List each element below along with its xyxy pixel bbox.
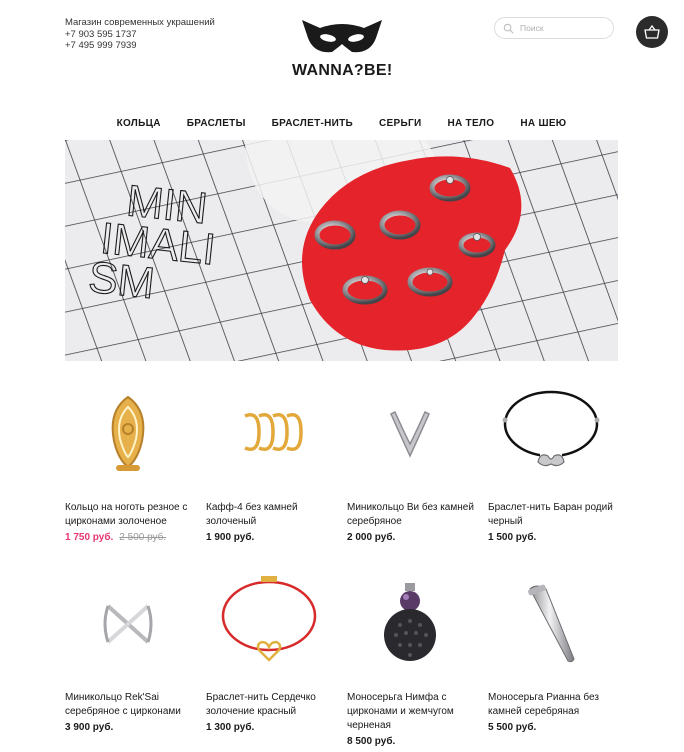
- product-card[interactable]: Браслет-нить Баран родий черный 1 500 ру…: [488, 381, 629, 551]
- product-grid: Кольцо на ноготь резное с цирконами золо…: [65, 381, 625, 747]
- product-name[interactable]: Миникольцо Rek'Sai серебряное с цирконам…: [65, 691, 203, 735]
- basket-icon: [644, 25, 660, 39]
- product-name[interactable]: Моносерьга Нимфа с цирконами и жемчугом …: [347, 691, 485, 749]
- product-card[interactable]: Моносерьга Рианна без камней серебряная …: [488, 571, 629, 741]
- product-card[interactable]: Браслет-нить Сердечко золочение красный …: [206, 571, 347, 741]
- banner-image: MIN IMALI SM: [65, 140, 618, 361]
- nav-item-rings[interactable]: КОЛЬЦА: [117, 118, 161, 129]
- product-image[interactable]: [65, 571, 190, 676]
- product-name[interactable]: Браслет-нить Сердечко золочение красный …: [206, 691, 344, 735]
- product-price: 1 750 руб. 2 500 руб.: [65, 531, 203, 545]
- product-price: 1 900 руб.: [206, 532, 255, 543]
- product-card[interactable]: Кольцо на ноготь резное с цирконами золо…: [65, 381, 206, 551]
- nav-item-body[interactable]: НА ТЕЛО: [447, 118, 494, 129]
- product-price: 1 500 руб.: [488, 532, 537, 543]
- product-card[interactable]: Миникольцо Rek'Sai серебряное с цирконам…: [65, 571, 206, 741]
- shop-contacts: Магазин современных украшений +7 903 595…: [65, 17, 215, 52]
- mask-logo-icon: [302, 20, 382, 53]
- banner-text-line-3: SM: [86, 253, 157, 309]
- nav-item-neck[interactable]: НА ШЕЮ: [520, 118, 566, 129]
- product-image[interactable]: [206, 571, 331, 676]
- product-name[interactable]: Моносерьга Рианна без камней серебряная …: [488, 691, 626, 735]
- product-price: 8 500 руб.: [347, 736, 396, 747]
- product-price: 1 300 руб.: [206, 722, 255, 733]
- phone-number-1[interactable]: +7 903 595 1737: [65, 29, 215, 41]
- product-image[interactable]: [488, 571, 613, 676]
- product-card[interactable]: Кафф-4 без камней золоченый 1 900 руб.: [206, 381, 347, 551]
- product-name[interactable]: Браслет-нить Баран родий черный 1 500 ру…: [488, 501, 626, 545]
- search-input[interactable]: [520, 23, 610, 33]
- product-card[interactable]: Миникольцо Ви без камней серебряное 2 00…: [347, 381, 488, 551]
- product-price: 5 500 руб.: [488, 722, 537, 733]
- product-image[interactable]: [347, 571, 472, 676]
- product-price: 3 900 руб.: [65, 722, 114, 733]
- nav-item-earrings[interactable]: СЕРЬГИ: [379, 118, 421, 129]
- search-icon: [503, 23, 514, 33]
- search-box[interactable]: [494, 17, 614, 39]
- cart-button[interactable]: [636, 16, 668, 48]
- product-image[interactable]: [347, 381, 472, 486]
- shop-tagline: Магазин современных украшений: [65, 17, 215, 28]
- sale-price: 1 750 руб.: [65, 532, 114, 543]
- old-price: 2 500 руб.: [119, 532, 167, 543]
- nav-item-thread-bracelets[interactable]: БРАСЛЕТ-НИТЬ: [272, 118, 353, 129]
- product-name[interactable]: Кольцо на ноготь резное с цирконами золо…: [65, 501, 203, 545]
- product-name[interactable]: Кафф-4 без камней золоченый 1 900 руб.: [206, 501, 344, 545]
- product-image[interactable]: [206, 381, 331, 486]
- product-image[interactable]: [65, 381, 190, 486]
- product-image[interactable]: [488, 381, 613, 486]
- phone-number-2[interactable]: +7 495 999 7939: [65, 40, 215, 52]
- main-nav: КОЛЬЦА БРАСЛЕТЫ БРАСЛЕТ-НИТЬ СЕРЬГИ НА Т…: [65, 118, 618, 129]
- nav-item-bracelets[interactable]: БРАСЛЕТЫ: [187, 118, 246, 129]
- product-name[interactable]: Миникольцо Ви без камней серебряное 2 00…: [347, 501, 485, 545]
- logo-text: WANNA?BE!: [292, 62, 393, 79]
- site-logo[interactable]: WANNA?BE!: [292, 16, 392, 80]
- hero-banner[interactable]: MIN IMALI SM: [65, 140, 618, 361]
- product-price: 2 000 руб.: [347, 532, 396, 543]
- product-card[interactable]: Моносерьга Нимфа с цирконами и жемчугом …: [347, 571, 488, 747]
